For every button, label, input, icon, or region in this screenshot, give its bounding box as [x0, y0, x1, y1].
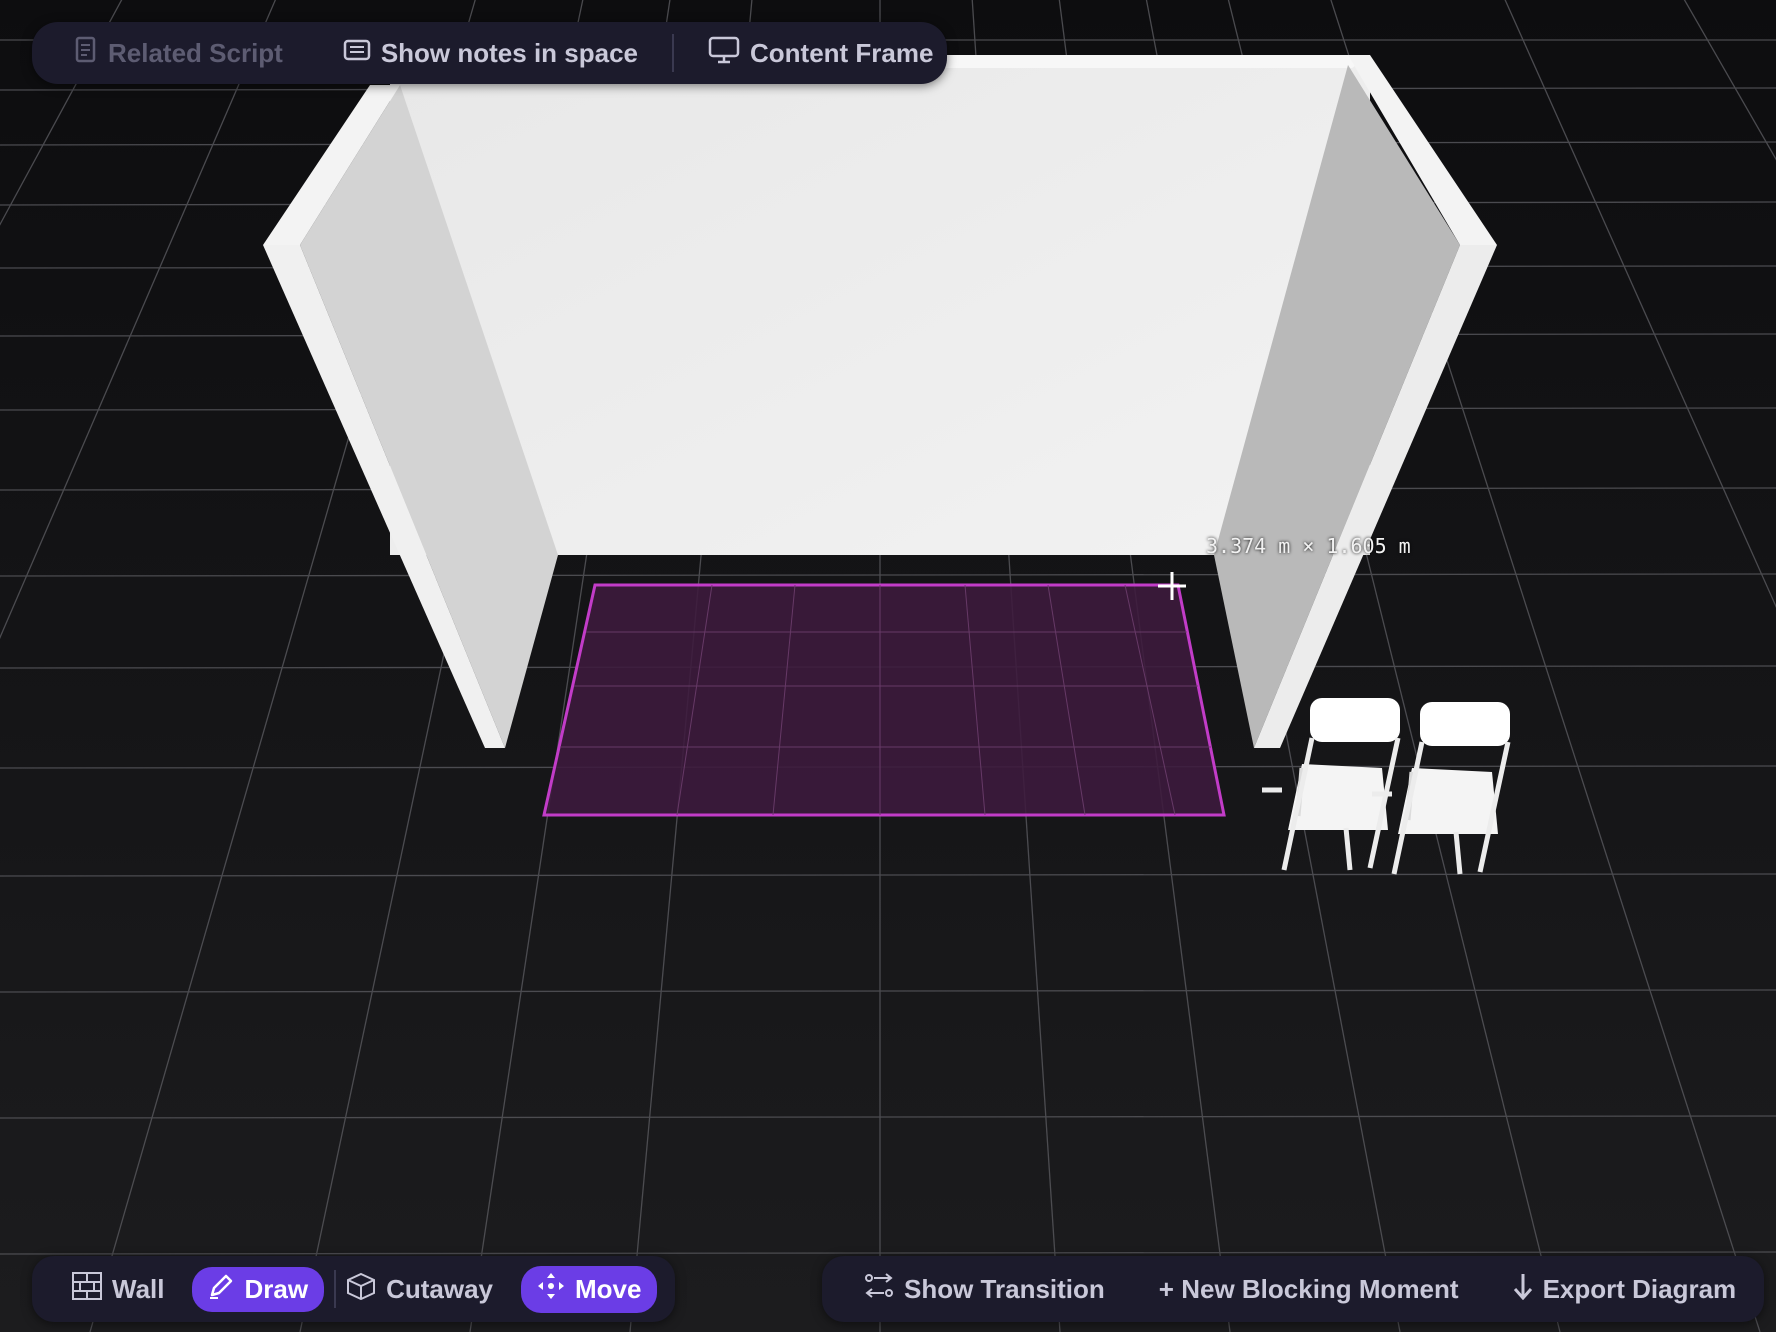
cutaway-label: Cutaway	[386, 1273, 493, 1304]
related-script-label: Related Script	[108, 37, 283, 68]
related-script-button[interactable]: Related Script	[74, 36, 283, 71]
new-blocking-moment-label: + New Blocking Moment	[1158, 1273, 1459, 1304]
draw-label: Draw	[244, 1273, 309, 1304]
top-toolbar: Related Script Show notes in space Conte…	[32, 22, 948, 84]
monitor-icon	[708, 36, 740, 71]
wall-label: Wall	[112, 1273, 165, 1304]
bottom-left-toolbar: Wall Draw Cutaway Move	[32, 1256, 676, 1322]
toolbar-divider	[334, 1270, 337, 1308]
dimension-label: 3.374 m × 1.605 m	[1206, 534, 1411, 558]
content-frame-label: Content Frame	[750, 37, 934, 68]
cube-icon	[346, 1272, 376, 1307]
transition-icon	[864, 1272, 894, 1307]
move-button[interactable]: Move	[520, 1265, 658, 1313]
move-label: Move	[574, 1273, 642, 1304]
arrow-down-icon	[1513, 1272, 1533, 1307]
wall-button[interactable]: Wall	[72, 1271, 165, 1307]
pencil-icon	[208, 1273, 234, 1306]
show-transition-button[interactable]: Show Transition	[864, 1272, 1105, 1307]
content-frame-button[interactable]: Content Frame	[708, 36, 933, 71]
cutaway-button[interactable]: Cutaway	[346, 1272, 493, 1307]
export-diagram-button[interactable]: Export Diagram	[1513, 1272, 1737, 1307]
toolbar-divider	[672, 34, 674, 72]
move-arrows-icon	[537, 1272, 565, 1307]
show-transition-label: Show Transition	[904, 1273, 1105, 1304]
floor-selection[interactable]	[542, 583, 1226, 817]
export-diagram-label: Export Diagram	[1542, 1273, 1737, 1304]
show-notes-button[interactable]: Show notes in space	[343, 38, 638, 69]
brick-icon	[72, 1271, 102, 1307]
show-notes-label: Show notes in space	[380, 37, 638, 68]
draw-button[interactable]: Draw	[192, 1266, 325, 1312]
bottom-right-toolbar: Show Transition + New Blocking Moment Ex…	[822, 1256, 1765, 1322]
document-icon	[74, 36, 98, 71]
back-wall[interactable]	[390, 55, 1370, 555]
notes-icon	[343, 38, 371, 69]
new-blocking-moment-button[interactable]: + New Blocking Moment	[1159, 1274, 1459, 1305]
3d-viewport[interactable]	[0, 0, 1776, 1332]
